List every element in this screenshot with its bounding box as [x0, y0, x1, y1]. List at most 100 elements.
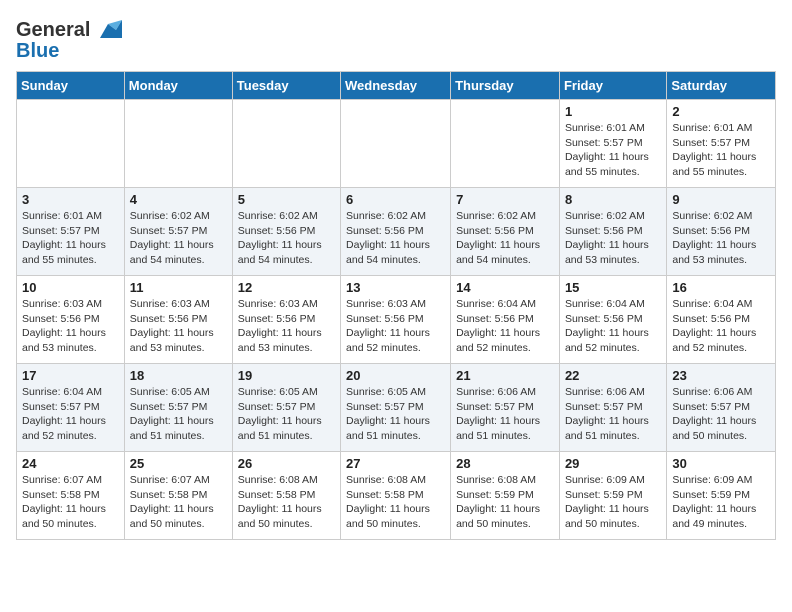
calendar-cell: 6 Sunrise: 6:02 AMSunset: 5:56 PMDaylight… — [341, 188, 451, 276]
calendar-week-row: 1 Sunrise: 6:01 AMSunset: 5:57 PMDaylight… — [17, 100, 776, 188]
calendar-cell: 5 Sunrise: 6:02 AMSunset: 5:56 PMDaylight… — [232, 188, 340, 276]
calendar-cell: 13Sunrise: 6:03 AMSunset: 5:56 PMDayligh… — [341, 276, 451, 364]
day-info: Sunrise: 6:06 AMSunset: 5:57 PMDaylight:… — [672, 385, 770, 444]
day-number: 24 — [22, 456, 119, 471]
logo-bird-icon — [94, 16, 122, 44]
calendar-cell: 27Sunrise: 6:08 AMSunset: 5:58 PMDayligh… — [341, 452, 451, 540]
day-info: Sunrise: 6:04 AMSunset: 5:56 PMDaylight:… — [565, 297, 661, 356]
calendar-cell — [341, 100, 451, 188]
weekday-header-wednesday: Wednesday — [341, 72, 451, 100]
weekday-header-monday: Monday — [124, 72, 232, 100]
day-number: 5 — [238, 192, 335, 207]
day-info: Sunrise: 6:02 AMSunset: 5:56 PMDaylight:… — [672, 209, 770, 268]
day-info: Sunrise: 6:04 AMSunset: 5:57 PMDaylight:… — [22, 385, 119, 444]
day-number: 10 — [22, 280, 119, 295]
calendar-cell: 17 Sunrise: 6:04 AMSunset: 5:57 PMDayligh… — [17, 364, 125, 452]
day-number: 17 — [22, 368, 119, 383]
day-number: 8 — [565, 192, 661, 207]
weekday-header-sunday: Sunday — [17, 72, 125, 100]
day-number: 14 — [456, 280, 554, 295]
day-number: 3 — [22, 192, 119, 207]
calendar-cell: 18 Sunrise: 6:05 AMSunset: 5:57 PMDayligh… — [124, 364, 232, 452]
calendar-cell: 24 Sunrise: 6:07 AMSunset: 5:58 PMDayligh… — [17, 452, 125, 540]
calendar-cell: 1Sunrise: 6:01 AMSunset: 5:57 PMDaylight… — [559, 100, 666, 188]
day-info: Sunrise: 6:08 AMSunset: 5:59 PMDaylight:… — [456, 473, 554, 532]
day-number: 11 — [130, 280, 227, 295]
calendar-cell: 30 Sunrise: 6:09 AMSunset: 5:59 PMDayligh… — [667, 452, 776, 540]
day-number: 29 — [565, 456, 661, 471]
day-number: 6 — [346, 192, 445, 207]
calendar-cell: 3 Sunrise: 6:01 AMSunset: 5:57 PMDaylight… — [17, 188, 125, 276]
calendar-cell: 9 Sunrise: 6:02 AMSunset: 5:56 PMDaylight… — [667, 188, 776, 276]
day-number: 30 — [672, 456, 770, 471]
calendar-cell — [17, 100, 125, 188]
day-number: 23 — [672, 368, 770, 383]
calendar-cell: 15Sunrise: 6:04 AMSunset: 5:56 PMDayligh… — [559, 276, 666, 364]
day-number: 21 — [456, 368, 554, 383]
day-info: Sunrise: 6:08 AMSunset: 5:58 PMDaylight:… — [238, 473, 335, 532]
weekday-header-friday: Friday — [559, 72, 666, 100]
day-number: 7 — [456, 192, 554, 207]
day-info: Sunrise: 6:07 AMSunset: 5:58 PMDaylight:… — [22, 473, 119, 532]
calendar-cell — [124, 100, 232, 188]
day-info: Sunrise: 6:01 AMSunset: 5:57 PMDaylight:… — [22, 209, 119, 268]
day-info: Sunrise: 6:02 AMSunset: 5:56 PMDaylight:… — [456, 209, 554, 268]
day-info: Sunrise: 6:07 AMSunset: 5:58 PMDaylight:… — [130, 473, 227, 532]
day-info: Sunrise: 6:09 AMSunset: 5:59 PMDaylight:… — [565, 473, 661, 532]
day-number: 28 — [456, 456, 554, 471]
calendar-cell: 16 Sunrise: 6:04 AMSunset: 5:56 PMDayligh… — [667, 276, 776, 364]
calendar-cell — [451, 100, 560, 188]
day-info: Sunrise: 6:02 AMSunset: 5:56 PMDaylight:… — [565, 209, 661, 268]
calendar-cell: 12Sunrise: 6:03 AMSunset: 5:56 PMDayligh… — [232, 276, 340, 364]
day-number: 26 — [238, 456, 335, 471]
day-number: 18 — [130, 368, 227, 383]
day-number: 9 — [672, 192, 770, 207]
day-info: Sunrise: 6:02 AMSunset: 5:56 PMDaylight:… — [346, 209, 445, 268]
calendar-table: SundayMondayTuesdayWednesdayThursdayFrid… — [16, 71, 776, 540]
day-info: Sunrise: 6:05 AMSunset: 5:57 PMDaylight:… — [238, 385, 335, 444]
day-info: Sunrise: 6:04 AMSunset: 5:56 PMDaylight:… — [456, 297, 554, 356]
page-header: General Blue — [16, 16, 776, 63]
day-number: 20 — [346, 368, 445, 383]
calendar-cell: 10 Sunrise: 6:03 AMSunset: 5:56 PMDayligh… — [17, 276, 125, 364]
calendar-cell: 22Sunrise: 6:06 AMSunset: 5:57 PMDayligh… — [559, 364, 666, 452]
day-number: 22 — [565, 368, 661, 383]
day-number: 13 — [346, 280, 445, 295]
day-number: 12 — [238, 280, 335, 295]
calendar-cell: 7 Sunrise: 6:02 AMSunset: 5:56 PMDaylight… — [451, 188, 560, 276]
day-number: 16 — [672, 280, 770, 295]
calendar-cell: 26 Sunrise: 6:08 AMSunset: 5:58 PMDayligh… — [232, 452, 340, 540]
day-info: Sunrise: 6:04 AMSunset: 5:56 PMDaylight:… — [672, 297, 770, 356]
day-info: Sunrise: 6:05 AMSunset: 5:57 PMDaylight:… — [130, 385, 227, 444]
day-number: 25 — [130, 456, 227, 471]
calendar-cell: 2 Sunrise: 6:01 AMSunset: 5:57 PMDaylight… — [667, 100, 776, 188]
calendar-cell: 14 Sunrise: 6:04 AMSunset: 5:56 PMDayligh… — [451, 276, 560, 364]
day-info: Sunrise: 6:03 AMSunset: 5:56 PMDaylight:… — [22, 297, 119, 356]
calendar-week-row: 3 Sunrise: 6:01 AMSunset: 5:57 PMDaylight… — [17, 188, 776, 276]
calendar-cell: 21 Sunrise: 6:06 AMSunset: 5:57 PMDayligh… — [451, 364, 560, 452]
day-info: Sunrise: 6:01 AMSunset: 5:57 PMDaylight:… — [672, 121, 770, 180]
calendar-cell: 25 Sunrise: 6:07 AMSunset: 5:58 PMDayligh… — [124, 452, 232, 540]
weekday-header-tuesday: Tuesday — [232, 72, 340, 100]
calendar-week-row: 17 Sunrise: 6:04 AMSunset: 5:57 PMDayligh… — [17, 364, 776, 452]
day-info: Sunrise: 6:09 AMSunset: 5:59 PMDaylight:… — [672, 473, 770, 532]
weekday-header-saturday: Saturday — [667, 72, 776, 100]
day-info: Sunrise: 6:08 AMSunset: 5:58 PMDaylight:… — [346, 473, 445, 532]
logo-general: General — [16, 19, 90, 42]
calendar-cell: 11 Sunrise: 6:03 AMSunset: 5:56 PMDayligh… — [124, 276, 232, 364]
calendar-cell: 23 Sunrise: 6:06 AMSunset: 5:57 PMDayligh… — [667, 364, 776, 452]
calendar-cell: 20Sunrise: 6:05 AMSunset: 5:57 PMDayligh… — [341, 364, 451, 452]
day-number: 19 — [238, 368, 335, 383]
day-number: 2 — [672, 104, 770, 119]
logo: General Blue — [16, 16, 122, 63]
day-number: 1 — [565, 104, 661, 119]
day-info: Sunrise: 6:02 AMSunset: 5:56 PMDaylight:… — [238, 209, 335, 268]
day-info: Sunrise: 6:03 AMSunset: 5:56 PMDaylight:… — [130, 297, 227, 356]
calendar-week-row: 10 Sunrise: 6:03 AMSunset: 5:56 PMDayligh… — [17, 276, 776, 364]
calendar-cell: 19 Sunrise: 6:05 AMSunset: 5:57 PMDayligh… — [232, 364, 340, 452]
calendar-week-row: 24 Sunrise: 6:07 AMSunset: 5:58 PMDayligh… — [17, 452, 776, 540]
day-info: Sunrise: 6:06 AMSunset: 5:57 PMDaylight:… — [456, 385, 554, 444]
day-info: Sunrise: 6:02 AMSunset: 5:57 PMDaylight:… — [130, 209, 227, 268]
calendar-cell: 8 Sunrise: 6:02 AMSunset: 5:56 PMDaylight… — [559, 188, 666, 276]
weekday-header-row: SundayMondayTuesdayWednesdayThursdayFrid… — [17, 72, 776, 100]
